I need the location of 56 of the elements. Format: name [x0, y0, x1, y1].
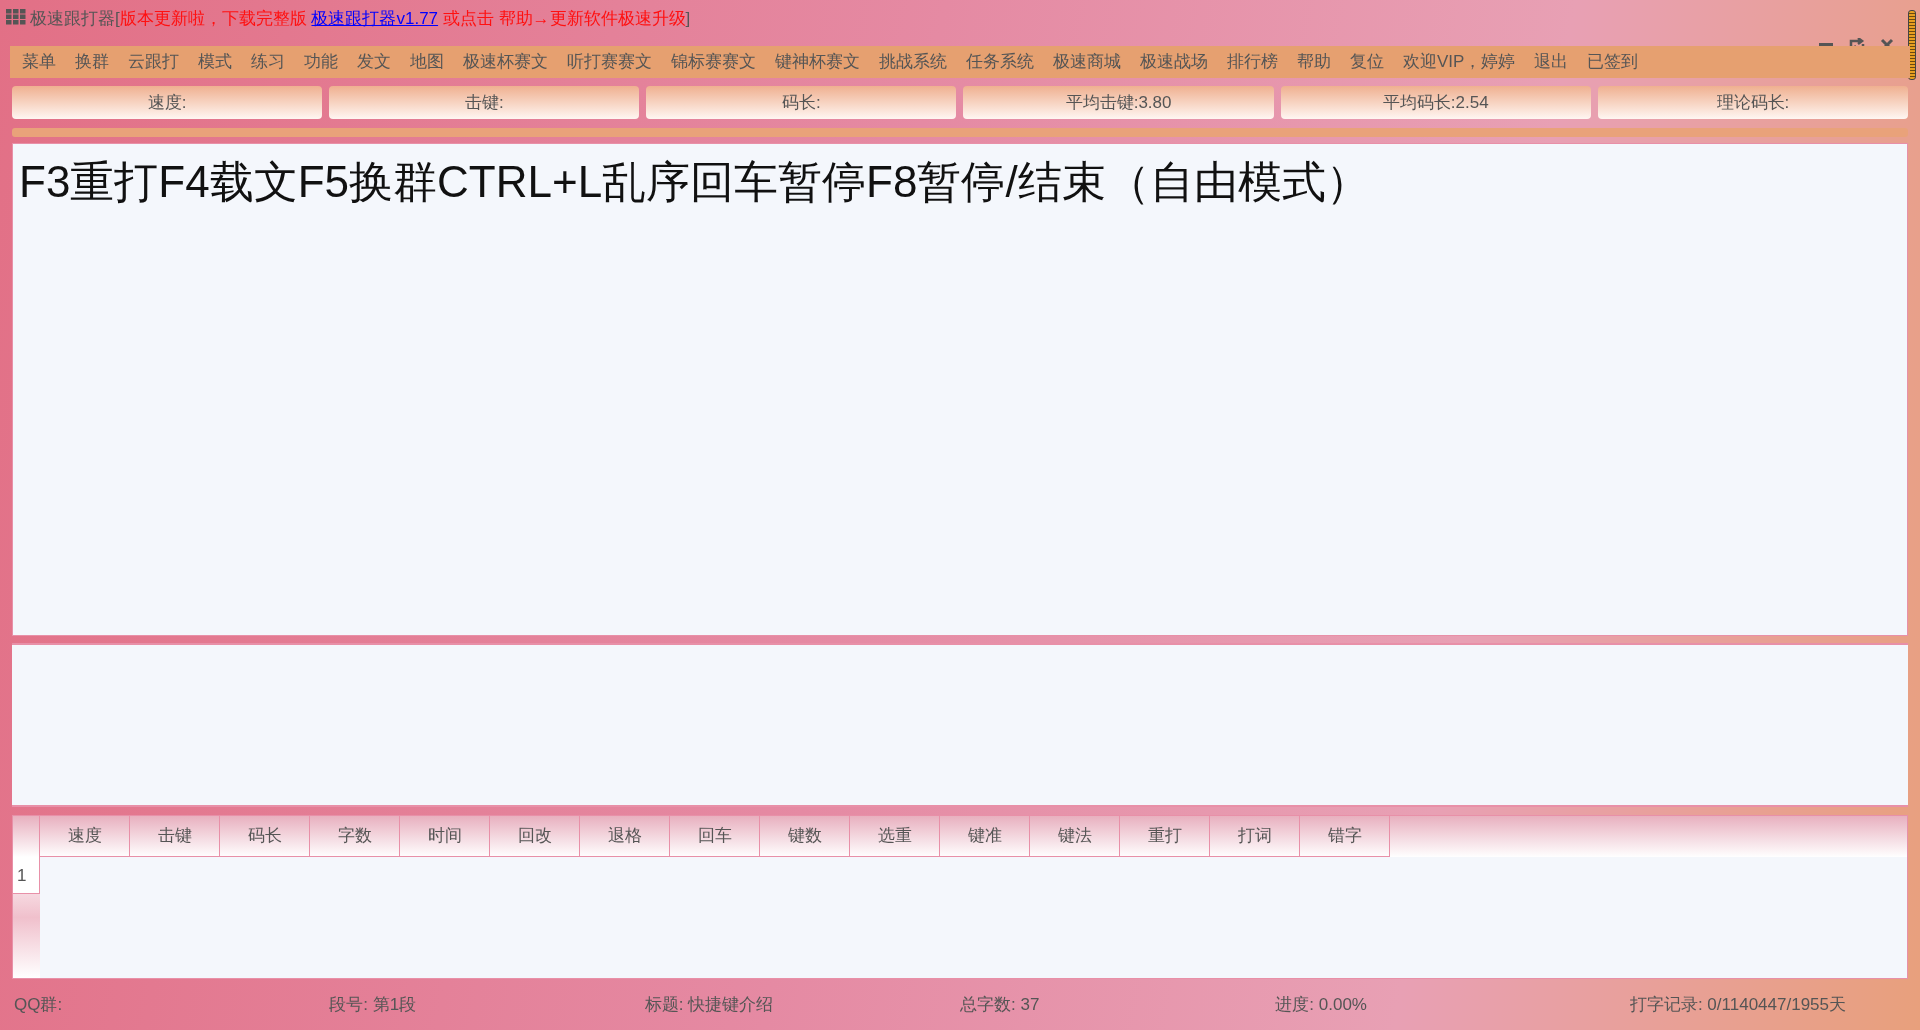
column-header[interactable]: 重打	[1120, 816, 1210, 857]
typing-input[interactable]	[12, 643, 1908, 807]
stat-display: 码长:	[646, 86, 957, 119]
grid-menu-icon[interactable]	[6, 9, 26, 25]
menu-item[interactable]: 键神杯赛文	[775, 49, 860, 75]
menu-item[interactable]: 退出	[1534, 49, 1569, 75]
menu-item[interactable]: 极速商城	[1053, 49, 1121, 75]
column-header[interactable]: 打词	[1210, 816, 1300, 857]
column-header[interactable]: 时间	[400, 816, 490, 857]
stat-display: 理论码长:	[1597, 86, 1908, 119]
menu-item[interactable]: 地图	[410, 49, 444, 75]
status-text: QQ群:	[14, 993, 64, 1016]
column-header[interactable]: 字数	[310, 816, 400, 857]
column-header[interactable]: 选重	[850, 816, 940, 857]
column-header[interactable]: 键法	[1030, 816, 1120, 857]
menu-item[interactable]: 模式	[198, 49, 232, 75]
menu-item[interactable]: 发文	[357, 49, 391, 75]
menu-item[interactable]: 欢迎VIP，婷婷	[1403, 49, 1516, 75]
status-text: 段号: 第1段	[329, 993, 418, 1016]
download-link[interactable]: 极速跟打器v1.77	[311, 9, 439, 28]
column-header[interactable]: 回改	[490, 816, 580, 857]
menu-item[interactable]: 功能	[304, 49, 338, 75]
column-header[interactable]: 键数	[760, 816, 850, 857]
menu-item[interactable]: 锦标赛赛文	[671, 49, 756, 75]
column-header[interactable]: 码长	[220, 816, 310, 857]
status-text: 总字数: 37	[960, 993, 1041, 1016]
column-header[interactable]: 退格	[580, 816, 670, 857]
menu-item[interactable]: 听打赛赛文	[567, 49, 652, 75]
column-header[interactable]: 错字	[1300, 816, 1390, 857]
stat-display: 平均击键:3.80	[963, 86, 1274, 119]
status-text: 打字记录: 0/1140447/1955天	[1629, 993, 1846, 1016]
menu-item[interactable]: 云跟打	[128, 49, 179, 75]
menu-item[interactable]: 极速战场	[1140, 49, 1208, 75]
menu-item[interactable]: 练习	[251, 49, 285, 75]
stat-display: 平均码长:2.54	[1280, 86, 1591, 119]
menu-item[interactable]: 换群	[75, 49, 109, 75]
menu-item[interactable]: 任务系统	[966, 49, 1034, 75]
article-text: F3重打F4载文F5换群CTRL+L乱序回车暂停F8暂停/结束（自由模式）	[19, 157, 1370, 206]
status-text: 进度: 0.00%	[1275, 993, 1368, 1016]
menu-item[interactable]: 已签到	[1587, 49, 1639, 75]
row-header[interactable]: 1	[13, 857, 40, 894]
menu-item[interactable]: 帮助	[1297, 49, 1331, 75]
menu-item[interactable]: 极速杯赛文	[463, 49, 548, 75]
menu-item[interactable]: 菜单	[22, 49, 56, 75]
update-notice: [版本更新啦，下载完整版 极速跟打器v1.77 或点击 帮助→更新软件极速升级]	[115, 8, 691, 30]
column-header[interactable]: 回车	[670, 816, 760, 857]
stat-display: 速度:	[12, 86, 323, 119]
menu-item[interactable]: 挑战系统	[879, 49, 947, 75]
window-title: 极速跟打器	[30, 8, 115, 30]
column-header[interactable]: 击键	[130, 816, 220, 857]
menu-item[interactable]: 复位	[1350, 49, 1384, 75]
column-header[interactable]: 速度	[40, 816, 130, 857]
column-header[interactable]: 键准	[940, 816, 1030, 857]
menu-item[interactable]: 排行榜	[1227, 49, 1278, 75]
status-text: 标题: 快捷键介绍	[644, 993, 775, 1016]
stat-display: 击键:	[329, 86, 640, 119]
